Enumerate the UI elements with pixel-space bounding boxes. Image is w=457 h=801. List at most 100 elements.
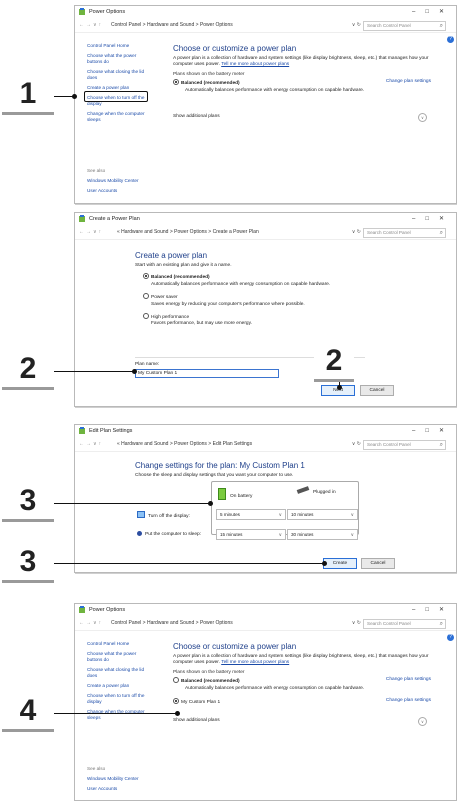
sidebar-item-home[interactable]: Control Panel Home [87, 43, 153, 49]
nav-arrows-icon[interactable]: ←→∨↑ [79, 19, 103, 32]
help-icon[interactable]: ? [447, 634, 454, 641]
change-plan-settings-link[interactable]: Change plan settings [386, 677, 431, 683]
change-plan-settings-link-2[interactable]: Change plan settings [386, 698, 431, 704]
power-options-icon [79, 427, 85, 434]
window-controls[interactable]: –□✕ [412, 604, 454, 617]
sidebar-item-create-plan[interactable]: Create a power plan [87, 683, 153, 689]
sidebar-item-home[interactable]: Control Panel Home [87, 641, 153, 647]
main-content: Change settings for the plan: My Custom … [135, 461, 435, 479]
sidebar-item-display[interactable]: Choose when to turn off the display [79, 693, 153, 705]
nav-arrows-icon[interactable]: ←→∨↑ [79, 438, 103, 451]
sidebar-item-power-buttons[interactable]: Choose what the power buttons do [87, 53, 147, 65]
window-controls[interactable]: –□✕ [412, 425, 454, 438]
plug-icon [296, 486, 310, 494]
breadcrumb[interactable]: Control Panel > Hardware and Sound > Pow… [111, 19, 233, 32]
create-plan-highlight [84, 91, 148, 102]
option-power-saver-desc: Saves energy by reducing your computer's… [151, 301, 305, 307]
address-bar: ←→∨↑ « Hardware and Sound > Power Option… [75, 438, 456, 452]
edit-plan-settings-window: Edit Plan Settings –□✕ ←→∨↑ « Hardware a… [74, 424, 457, 573]
learn-more-link[interactable]: Tell me more about power plans [221, 660, 289, 665]
radio-high-performance[interactable] [143, 313, 149, 320]
callout-3b-line [54, 563, 326, 564]
nav-arrows-icon[interactable]: ←→∨↑ [79, 617, 103, 630]
user-accounts-link[interactable]: User Accounts [87, 188, 139, 194]
sidebar-item-sleep[interactable]: Change when the computer sleeps [79, 709, 153, 721]
sleep-label: Put the computer to sleep: [137, 531, 201, 538]
power-options-icon [79, 215, 85, 222]
breadcrumb[interactable]: Control Panel > Hardware and Sound > Pow… [111, 617, 233, 630]
power-options-icon [79, 8, 85, 15]
radio-balanced[interactable] [173, 79, 179, 86]
create-button[interactable]: Create [323, 558, 357, 569]
show-additional-plans[interactable]: Show additional plans ∨ [173, 717, 435, 727]
chevron-down-icon[interactable]: ∨ [418, 717, 427, 727]
window-title: Power Options [89, 607, 126, 613]
option-balanced[interactable]: Balanced (recommended) [135, 273, 435, 281]
callout-3b-dot [322, 561, 327, 566]
sleep-battery-select[interactable]: 15 minutes ∨ [216, 529, 286, 540]
window-controls[interactable]: –□✕ [412, 6, 454, 19]
plugged-in-header: Plugged in [296, 486, 336, 496]
plan-balanced[interactable]: Balanced (recommended) Change plan setti… [173, 79, 435, 87]
cancel-button[interactable]: Cancel [360, 385, 394, 396]
title-bar: Create a Power Plan –□✕ [75, 213, 456, 226]
learn-more-link[interactable]: Tell me more about power plans [221, 62, 289, 67]
search-input[interactable]: Search Control Panel ⌕ [363, 21, 446, 31]
radio-balanced[interactable] [173, 677, 179, 684]
mobility-center-link[interactable]: Windows Mobility Center [87, 178, 139, 184]
plan-name-input[interactable]: My Custom Plan 1 [135, 369, 279, 378]
sleep-plugged-select[interactable]: 30 minutes ∨ [287, 529, 358, 540]
mobility-center-link[interactable]: Windows Mobility Center [87, 776, 139, 782]
radio-power-saver[interactable] [143, 293, 149, 300]
plan-custom[interactable]: My Custom Plan 1 Change plan settings [173, 698, 435, 706]
display-plugged-select[interactable]: 10 minutes ∨ [287, 509, 358, 520]
search-input[interactable]: Search Control Panel ⌕ [363, 619, 446, 629]
callout-3a: 3 [2, 485, 54, 522]
callout-1-dot [72, 94, 77, 99]
subheading: Start with an existing plan and give it … [135, 263, 232, 268]
refresh-icon[interactable]: ∨ ↻ [352, 226, 361, 239]
page-title: Choose or customize a power plan [173, 642, 297, 651]
see-also: See also Windows Mobility Center User Ac… [87, 766, 139, 796]
refresh-icon[interactable]: ∨ ↻ [352, 19, 361, 32]
radio-balanced[interactable] [143, 273, 149, 280]
page-title: Create a power plan [135, 251, 208, 260]
search-icon: ⌕ [439, 621, 443, 627]
help-icon[interactable]: ? [447, 36, 454, 43]
display-battery-select[interactable]: 5 minutes ∨ [216, 509, 286, 520]
sidebar-item-sleep[interactable]: Change when the computer sleeps [79, 111, 153, 123]
title-bar: Power Options –□✕ [75, 604, 456, 617]
change-plan-settings-link[interactable]: Change plan settings [386, 79, 431, 85]
callout-2b: 2 [314, 345, 354, 382]
plan-balanced[interactable]: Balanced (recommended) Change plan setti… [173, 677, 435, 685]
title-bar: Power Options –□✕ [75, 6, 456, 19]
callout-3b: 3 [2, 546, 54, 583]
option-balanced-desc: Automatically balances performance with … [151, 281, 331, 287]
sidebar: Control Panel Home Choose what the power… [87, 43, 153, 127]
breadcrumb[interactable]: « Hardware and Sound > Power Options > C… [117, 226, 259, 239]
turn-off-display-label: Turn off the display: [137, 511, 190, 520]
cancel-button[interactable]: Cancel [361, 558, 395, 569]
on-battery-header: On battery [218, 488, 252, 500]
show-additional-plans[interactable]: Show additional plans ∨ [173, 113, 435, 123]
search-input[interactable]: Search Control Panel ⌕ [363, 228, 446, 238]
main-content: Choose or customize a power plan A power… [173, 642, 435, 727]
plan-desc: Automatically balances performance with … [185, 685, 365, 691]
chevron-down-icon[interactable]: ∨ [418, 113, 427, 123]
address-bar: ←→∨↑ Control Panel > Hardware and Sound … [75, 617, 456, 631]
nav-arrows-icon[interactable]: ←→∨↑ [79, 226, 103, 239]
window-controls[interactable]: –□✕ [412, 213, 454, 226]
breadcrumb[interactable]: « Hardware and Sound > Power Options > E… [117, 438, 252, 451]
option-power-saver[interactable]: Power saver [135, 293, 435, 301]
sleep-icon [137, 531, 142, 536]
sidebar-item-lid[interactable]: Choose what closing the lid does [87, 667, 149, 679]
sidebar-item-lid[interactable]: Choose what closing the lid does [87, 69, 149, 81]
radio-custom[interactable] [173, 698, 179, 705]
refresh-icon[interactable]: ∨ ↻ [352, 438, 361, 451]
sidebar-item-power-buttons[interactable]: Choose what the power buttons do [87, 651, 147, 663]
search-input[interactable]: Search Control Panel ⌕ [363, 440, 446, 450]
refresh-icon[interactable]: ∨ ↻ [352, 617, 361, 630]
callout-4-dot [175, 711, 180, 716]
create-power-plan-window: Create a Power Plan –□✕ ←→∨↑ « Hardware … [74, 212, 457, 407]
user-accounts-link[interactable]: User Accounts [87, 786, 139, 792]
